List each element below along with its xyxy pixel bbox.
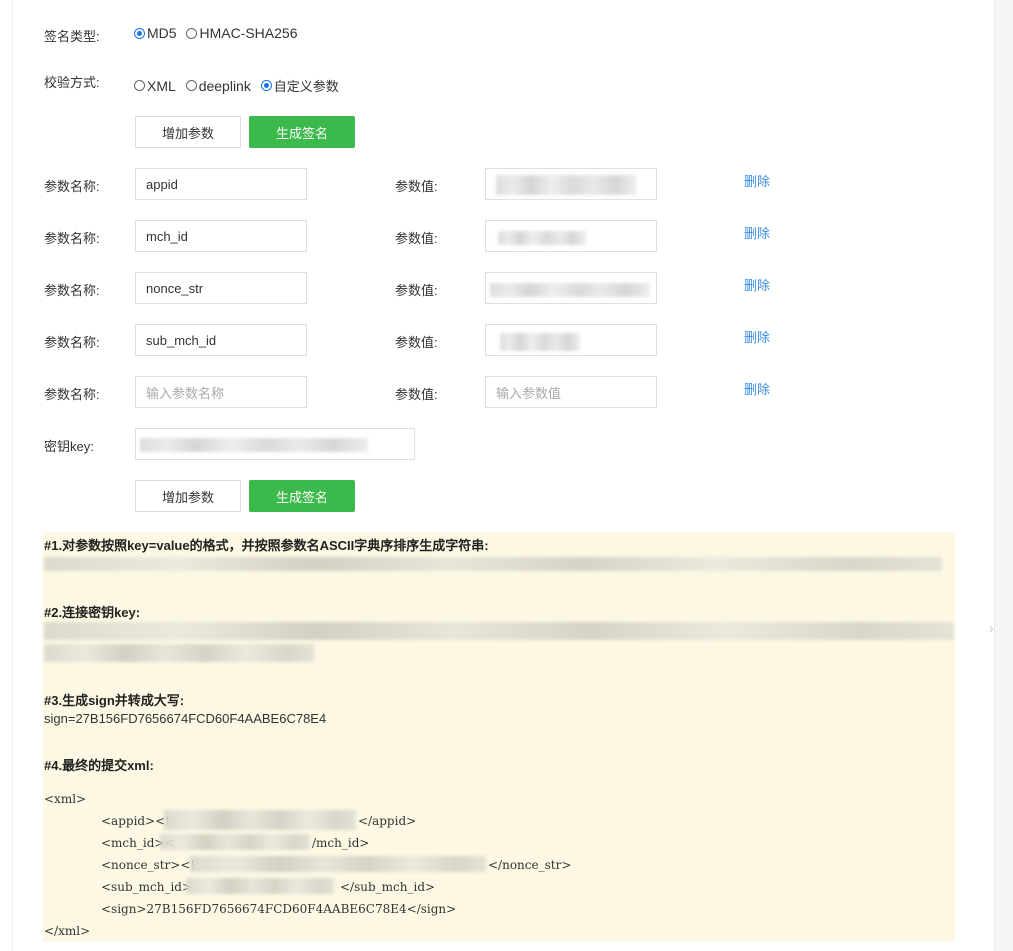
sign-result-text: sign=27B156FD7656674FCD60F4AABE6C78E4 <box>44 711 327 726</box>
radio-xml[interactable]: XML <box>134 78 176 94</box>
xml-mchid-close: /mch_id> <box>312 836 370 850</box>
param-value-input-empty[interactable]: 输入参数值 <box>485 376 657 408</box>
param-value-input[interactable] <box>485 272 657 304</box>
param-name-label: 参数名称: <box>44 387 100 402</box>
secret-key-input[interactable] <box>135 428 415 460</box>
param-name-input[interactable]: mch_id <box>135 220 307 252</box>
param-value-label: 参数值: <box>395 335 438 350</box>
delete-param-link[interactable]: 删除 <box>744 223 770 242</box>
xml-appid-open: <appid><! <box>101 814 171 828</box>
add-param-button[interactable]: 增加参数 <box>135 480 241 512</box>
xml-sign-line: <sign>27B156FD7656674FCD60F4AABE6C78E4</… <box>101 902 457 916</box>
param-value-input[interactable] <box>485 168 657 200</box>
radio-empty-icon[interactable] <box>185 80 197 91</box>
xml-mchid-redacted <box>160 834 310 850</box>
xml-nonce-open: <nonce_str><! <box>101 858 196 872</box>
chevron-right-icon[interactable]: › <box>989 620 994 636</box>
param-name-label: 参数名称: <box>44 335 100 350</box>
param-value-label: 参数值: <box>395 387 438 402</box>
sign-type-label: 签名类型: <box>44 29 100 44</box>
generate-sign-button[interactable]: 生成签名 <box>249 480 355 512</box>
sorted-string-redacted <box>44 557 942 571</box>
radio-selected-icon[interactable] <box>134 27 145 39</box>
step1-heading: #1.对参数按照key=value的格式，并按照参数名ASCII字典序排序生成字… <box>44 538 489 553</box>
radio-selected-icon[interactable] <box>260 80 272 91</box>
delete-param-link[interactable]: 删除 <box>744 275 770 294</box>
radio-hmac-sha256[interactable]: HMAC-SHA256 <box>186 25 297 41</box>
radio-md5[interactable]: MD5 <box>134 25 177 41</box>
radio-empty-icon[interactable] <box>186 27 198 39</box>
xml-appid-close: </appid> <box>358 814 417 828</box>
param-name-label: 参数名称: <box>44 179 100 194</box>
right-scrollbar[interactable] <box>994 0 1013 951</box>
xml-submch-open: <sub_mch_id> <box>101 880 193 894</box>
delete-param-link[interactable]: 删除 <box>744 379 770 398</box>
secret-key-label: 密钥key: <box>44 439 94 454</box>
xml-submch-redacted <box>186 878 334 894</box>
key-string-redacted <box>44 622 954 640</box>
verify-mode-label: 校验方式: <box>44 75 100 90</box>
xml-submch-close: </sub_mch_id> <box>340 880 436 894</box>
xml-nonce-close: </nonce_str> <box>488 858 572 872</box>
sign-type-radio-group: MD5 HMAC-SHA256 <box>134 25 303 42</box>
param-value-label: 参数值: <box>395 179 438 194</box>
param-name-input[interactable]: sub_mch_id <box>135 324 307 356</box>
xml-nonce-redacted <box>190 856 486 872</box>
radio-empty-icon[interactable] <box>134 80 145 91</box>
param-value-input[interactable] <box>485 324 657 356</box>
param-name-input[interactable]: appid <box>135 168 307 200</box>
param-name-input[interactable]: nonce_str <box>135 272 307 304</box>
delete-param-link[interactable]: 删除 <box>744 171 770 190</box>
radio-deeplink[interactable]: deeplink <box>185 78 251 94</box>
xml-close-tag: </xml> <box>44 924 91 938</box>
delete-param-link[interactable]: 删除 <box>744 327 770 346</box>
param-value-label: 参数值: <box>395 283 438 298</box>
param-value-input[interactable] <box>485 220 657 252</box>
param-name-input-empty[interactable]: 输入参数名称 <box>135 376 307 408</box>
param-value-label: 参数值: <box>395 231 438 246</box>
key-string-redacted-2 <box>44 644 314 662</box>
verify-mode-radio-group: XML deeplink 自定义参数 <box>134 76 345 95</box>
add-param-button-top[interactable]: 增加参数 <box>135 116 241 148</box>
step3-heading: #3.生成sign并转成大写: <box>44 693 185 708</box>
generate-sign-button-top[interactable]: 生成签名 <box>249 116 355 148</box>
param-name-label: 参数名称: <box>44 283 100 298</box>
step2-heading: #2.连接密钥key: <box>44 605 141 620</box>
xml-open-tag: <xml> <box>44 792 87 806</box>
left-panel-edge <box>0 0 13 951</box>
param-name-label: 参数名称: <box>44 231 100 246</box>
step4-heading: #4.最终的提交xml: <box>44 758 154 773</box>
radio-custom-params[interactable]: 自定义参数 <box>260 76 339 95</box>
xml-appid-redacted <box>164 810 356 830</box>
